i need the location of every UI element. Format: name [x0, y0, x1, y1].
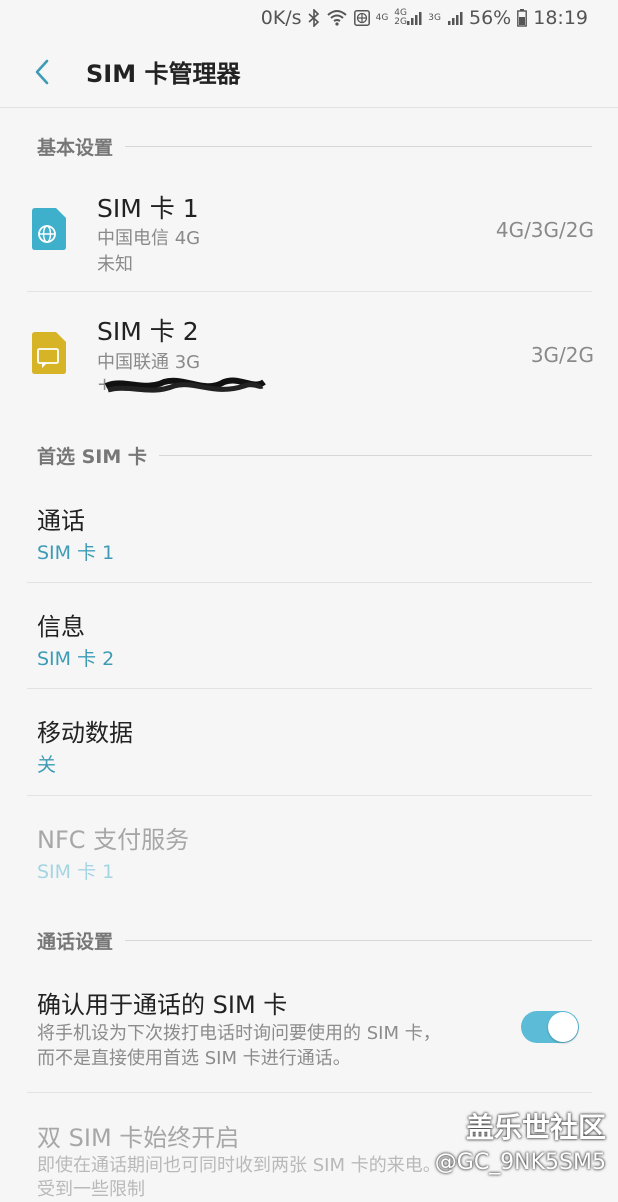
wifi-icon: [326, 9, 348, 27]
pref-item-calls[interactable]: 通话 SIM 卡 1: [0, 484, 618, 582]
sim-card-2-row[interactable]: SIM 卡 2 中国联通 3G + 3G/2G: [0, 292, 618, 422]
sim-card-1-name: SIM 卡 1: [97, 194, 199, 223]
redacted-number-scribble: [104, 377, 266, 393]
section-divider: [125, 939, 592, 941]
battery-icon: [517, 9, 528, 27]
section-header-basic: 基本设置: [37, 131, 592, 161]
section-divider: [158, 454, 592, 456]
confirm-sim-toggle[interactable]: [521, 1011, 579, 1043]
pref-item-mobile-data-title: 移动数据: [37, 719, 133, 747]
back-arrow-icon: [35, 59, 49, 84]
section-header-call: 通话设置: [37, 925, 592, 955]
sim-card-2-icon: [32, 332, 66, 374]
network-4g-label: 4G: [375, 12, 389, 23]
toggle-knob: [548, 1012, 578, 1042]
watermark-user-text: @GC_9NK5SM5: [434, 1150, 606, 1175]
sim-card-2-carrier: 中国联通 3G: [97, 352, 201, 373]
back-button[interactable]: [22, 52, 62, 92]
dual-sim-desc-line2: 受到一些限制: [37, 1179, 145, 1200]
bluetooth-icon: [308, 9, 320, 27]
status-bar: 0K/s 4G 4G 2G 3G 56% 18:19: [0, 0, 618, 36]
confirm-sim-desc-line1: 将手机设为下次拨打电话时询问要使用的 SIM 卡，: [37, 1023, 441, 1044]
watermark-logo-text: 盖乐世社区: [465, 1111, 606, 1144]
signal-icon: [447, 10, 463, 26]
clock: 18:19: [533, 7, 588, 29]
section-divider: [125, 145, 592, 147]
signal-4g2g-icon: 4G 2G: [394, 9, 422, 27]
sim-card-1-number: 未知: [97, 254, 133, 275]
network-3g-label: 3G: [428, 12, 441, 23]
pref-item-nfc-title: NFC 支付服务: [37, 826, 190, 854]
pref-item-nfc[interactable]: NFC 支付服务 SIM 卡 1: [0, 796, 618, 902]
app-bar: SIM 卡管理器: [0, 36, 618, 108]
pref-item-calls-title: 通话: [37, 507, 85, 535]
sim-card-1-row[interactable]: SIM 卡 1 中国电信 4G 未知 4G/3G/2G: [0, 175, 618, 291]
battery-percent: 56%: [469, 7, 512, 29]
pref-item-messages[interactable]: 信息 SIM 卡 2: [0, 583, 618, 688]
page-title: SIM 卡管理器: [86, 60, 241, 88]
dual-sim-title: 双 SIM 卡始终开启: [37, 1124, 240, 1152]
sim-card-1-icon: [32, 208, 66, 250]
confirm-sim-desc-line2: 而不是直接使用首选 SIM 卡进行通话。: [37, 1048, 351, 1069]
pref-item-mobile-data-value: 关: [37, 754, 57, 776]
sim-card-2-name: SIM 卡 2: [97, 317, 199, 346]
pref-item-messages-title: 信息: [37, 613, 85, 641]
network-speed: 0K/s: [260, 7, 302, 29]
sim-card-1-carrier: 中国电信 4G: [97, 228, 201, 249]
sim-card-1-network: 4G/3G/2G: [495, 218, 594, 242]
confirm-sim-title: 确认用于通话的 SIM 卡: [37, 991, 288, 1019]
pref-item-mobile-data[interactable]: 移动数据 关: [0, 689, 618, 795]
vpn-globe-icon: [353, 10, 370, 26]
sim-card-2-network: 3G/2G: [530, 343, 594, 367]
pref-item-nfc-value: SIM 卡 1: [37, 861, 115, 883]
pref-item-messages-value: SIM 卡 2: [37, 648, 115, 670]
section-header-preferred: 首选 SIM 卡: [37, 440, 592, 470]
pref-item-calls-value: SIM 卡 1: [37, 542, 115, 564]
